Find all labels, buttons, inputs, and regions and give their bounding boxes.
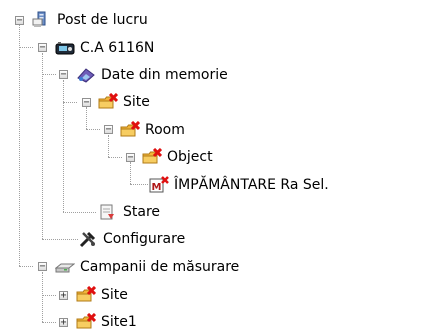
collapse-toggle-root[interactable]: −	[15, 16, 24, 26]
tree-node-label: Site	[101, 287, 128, 303]
tree-line	[108, 157, 122, 158]
tree-node-campaign-site1[interactable]: Site1	[76, 311, 137, 333]
tree-node-device[interactable]: C.A 6116N	[55, 37, 154, 59]
tree-line	[130, 184, 148, 185]
tree-node-label: Post de lucru	[57, 12, 148, 28]
tree-node-config[interactable]: Configurare	[78, 228, 185, 250]
tree-line	[86, 107, 87, 129]
device-icon	[55, 39, 75, 57]
tree-line	[42, 53, 43, 239]
tree-line	[19, 47, 33, 48]
tree-node-site[interactable]: Site	[98, 91, 150, 113]
tree-line	[108, 135, 109, 157]
tree-node-memory[interactable]: Date din memorie	[76, 64, 228, 86]
expand-toggle-campaign-site1[interactable]: +	[59, 318, 68, 328]
folder-with-red-x-icon	[142, 147, 163, 166]
tree-node-object[interactable]: Object	[142, 146, 213, 168]
tree-line	[130, 162, 131, 184]
collapse-toggle-campaigns[interactable]: −	[38, 262, 47, 272]
tree-node-label: Campanii de măsurare	[80, 259, 240, 275]
tree-line	[42, 239, 78, 240]
tree-node-label: Configurare	[103, 231, 186, 247]
measurement-record-icon: M	[149, 176, 169, 194]
tree-node-label: C.A 6116N	[80, 40, 155, 56]
tree-node-label: Site1	[101, 314, 137, 330]
tree-node-label: Object	[167, 149, 213, 165]
tree-node-label: Room	[145, 122, 185, 138]
folder-with-red-x-icon	[76, 312, 97, 331]
tree-node-root[interactable]: Post de lucru	[32, 9, 148, 31]
disk-drive-icon	[54, 258, 76, 276]
tools-icon	[78, 230, 98, 248]
tree-line	[19, 266, 33, 267]
tree-line	[42, 322, 56, 323]
tree-node-state[interactable]: Stare	[98, 201, 160, 223]
tree-node-campaign-site[interactable]: Site	[76, 284, 128, 306]
tree-line	[63, 80, 64, 212]
collapse-toggle-memory[interactable]: −	[59, 70, 68, 80]
tree-node-campaigns[interactable]: Campanii de măsurare	[54, 256, 240, 278]
memory-data-icon	[76, 66, 96, 84]
tree-line	[42, 74, 56, 75]
folder-with-red-x-icon	[76, 285, 97, 304]
folder-with-red-x-icon	[98, 92, 119, 111]
folder-with-red-x-icon	[120, 120, 141, 139]
tree-node-label: ÎMPĂMÂNTARE Ra Sel.	[174, 176, 329, 194]
tree-node-measurement[interactable]: M ÎMPĂMÂNTARE Ra Sel.	[149, 174, 329, 196]
collapse-toggle-room[interactable]: −	[104, 125, 113, 135]
collapse-toggle-device[interactable]: −	[38, 43, 47, 53]
svg-text:M: M	[152, 182, 162, 193]
collapse-toggle-object[interactable]: −	[126, 153, 135, 163]
tree-line	[86, 129, 100, 130]
tree-line	[63, 212, 96, 213]
tree-node-room[interactable]: Room	[120, 119, 185, 141]
tree-node-label: Date din memorie	[101, 67, 228, 83]
tree-node-label: Site	[123, 94, 150, 110]
tree-line	[19, 25, 20, 266]
collapse-toggle-site[interactable]: −	[82, 98, 91, 108]
tree-line	[63, 102, 77, 103]
state-document-icon	[98, 203, 118, 221]
expand-toggle-campaign-site[interactable]: +	[59, 291, 68, 301]
tree-line	[42, 272, 43, 322]
tree-node-label: Stare	[123, 204, 161, 220]
tree-line	[42, 295, 56, 296]
tree-view[interactable]: − − − − − − − + + Post de lucru C.A 6116…	[0, 0, 426, 333]
workstation-icon	[32, 11, 52, 29]
